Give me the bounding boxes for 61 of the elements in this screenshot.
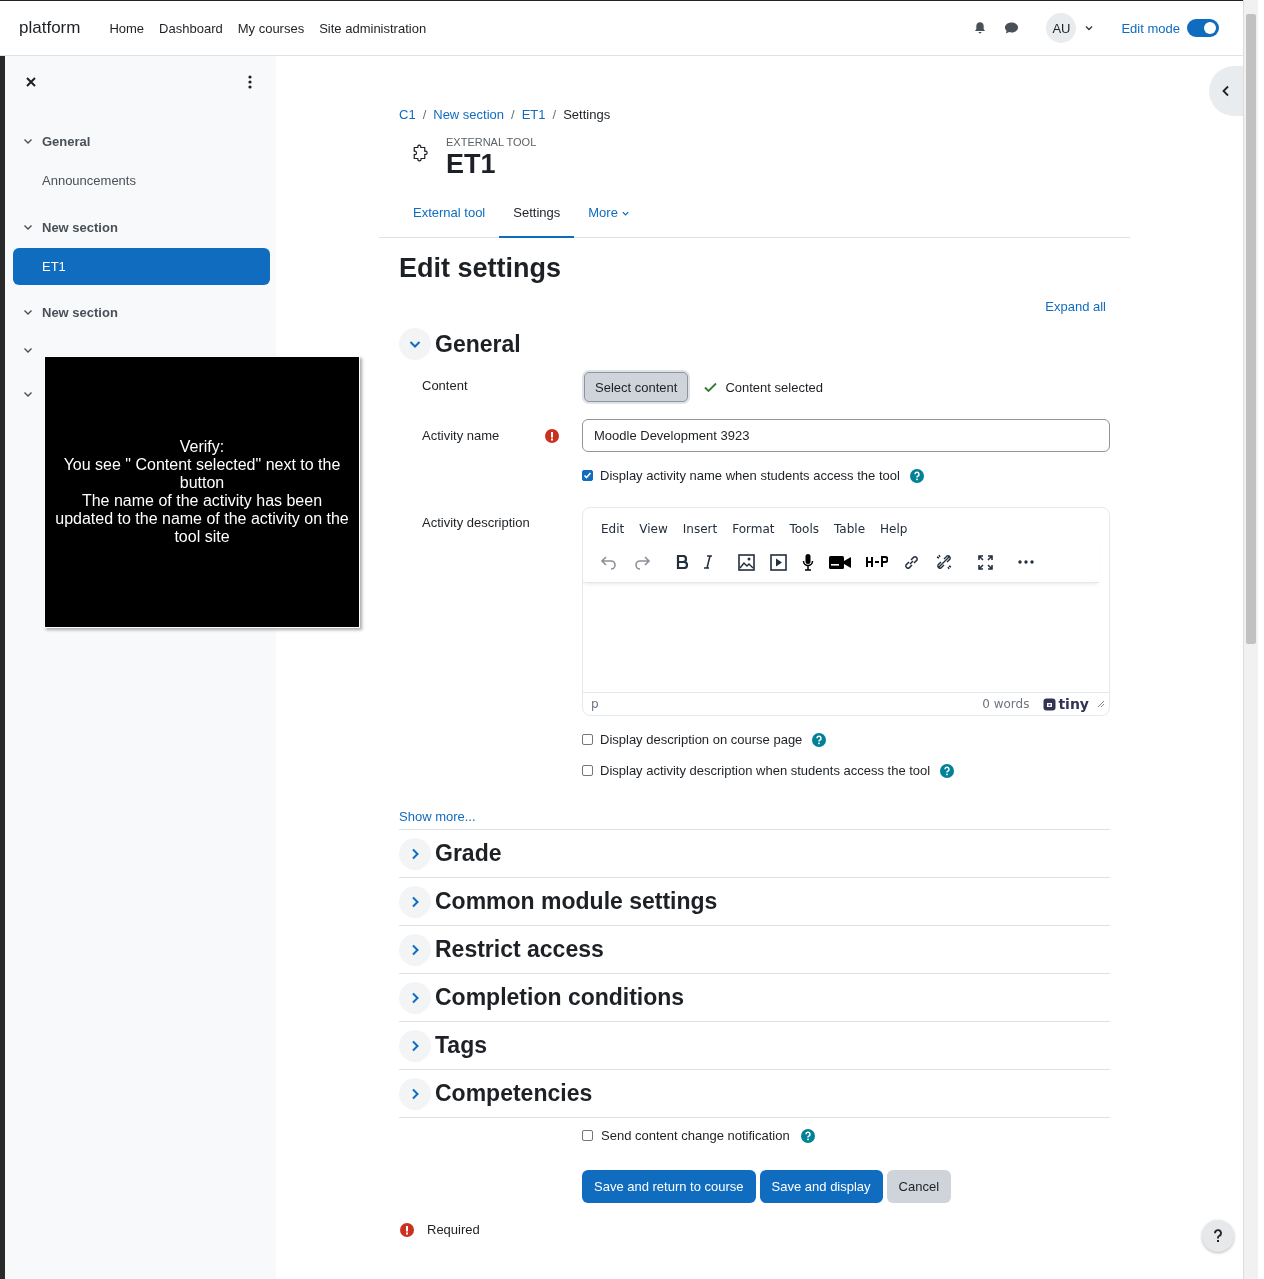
nav-tab[interactable]: External tool [399,190,500,238]
word-count[interactable]: 0 words [982,697,1030,711]
editor-menu-item[interactable]: Tools [789,522,819,538]
nav-link[interactable]: Site administration [319,20,427,36]
editor-menu-item[interactable]: Edit [601,522,625,538]
editor-menu-item[interactable]: Insert [682,522,718,538]
breadcrumb-link[interactable]: ET1 [521,107,546,122]
editor-menu-item[interactable]: Format [732,522,775,538]
required-note: Required [427,1222,480,1237]
section-title[interactable]: New section [42,304,118,320]
activity-name-field[interactable]: Moodle Development 3923 [582,419,1110,452]
edit-mode-label: Edit mode [1121,20,1180,36]
breadcrumb-link[interactable]: C1 [399,107,416,122]
overlay-text: Verify: [178,438,226,456]
status-text: Content selected [725,379,823,395]
field-label: Activity name [422,428,500,443]
checkbox-label[interactable]: Send content change notification [601,1128,790,1143]
checkbox-label[interactable]: Display description on course page [600,732,803,747]
nav-tab[interactable]: More [574,190,644,238]
overlay-text: You see " Content selected" next to the button [62,456,342,492]
form-button[interactable]: Save and display [759,1170,883,1203]
section-heading[interactable]: General [435,330,521,358]
section-title[interactable]: General [42,133,91,149]
overlay-text: The name of the activity has been updated to the name of the activity on the tool site [55,492,349,546]
course-index-item[interactable]: Announcements [13,162,270,199]
field-label: Activity description [422,515,530,530]
editor-menu-item[interactable]: View [639,522,668,538]
checkbox-label[interactable]: Display activity name when students access the tool [600,468,900,483]
breadcrumb-separator: / [422,107,427,122]
tiny-brand[interactable]: tiny [1058,696,1089,712]
expand-all-link[interactable]: Expand all [1045,299,1106,314]
show-more-link[interactable]: Show more... [399,809,1110,829]
site-name[interactable]: platform [19,18,81,38]
section-heading[interactable]: Restrict access [435,936,604,963]
section-heading[interactable]: Common module settings [435,888,718,915]
page-heading: Edit settings [399,253,562,284]
activity-title: ET1 [446,149,497,180]
form-button[interactable]: Save and return to course [582,1170,756,1203]
nav-link[interactable]: Dashboard [159,20,223,36]
select-content-button[interactable]: Select content [584,372,689,402]
editor-menu-item[interactable]: Help [880,522,908,538]
current-page-label: Settings [563,107,611,122]
breadcrumb-link[interactable]: New section [433,107,505,122]
breadcrumb-separator: / [511,107,515,122]
field-label: Content [422,377,468,393]
user-avatar[interactable]: AU [1046,13,1077,43]
section-heading[interactable]: Grade [435,840,502,867]
section-title[interactable]: New section [42,219,118,235]
editor-menu-item[interactable]: Table [834,522,866,538]
element-path[interactable]: p [591,697,599,711]
nav-link[interactable]: Home [109,20,145,36]
section-heading[interactable]: Competencies [435,1080,593,1107]
course-index-item[interactable]: ET1 [13,248,270,285]
section-heading[interactable]: Completion conditions [435,984,685,1011]
section-heading[interactable]: Tags [435,1032,487,1059]
nav-link[interactable]: My courses [237,20,305,36]
checkbox-label[interactable]: Display activity description when students access the tool [600,763,931,778]
breadcrumb-separator: / [552,107,557,122]
activity-type-label: EXTERNAL TOOL [446,136,537,148]
nav-tab[interactable]: Settings [499,190,575,238]
form-button[interactable]: Cancel [886,1170,952,1203]
